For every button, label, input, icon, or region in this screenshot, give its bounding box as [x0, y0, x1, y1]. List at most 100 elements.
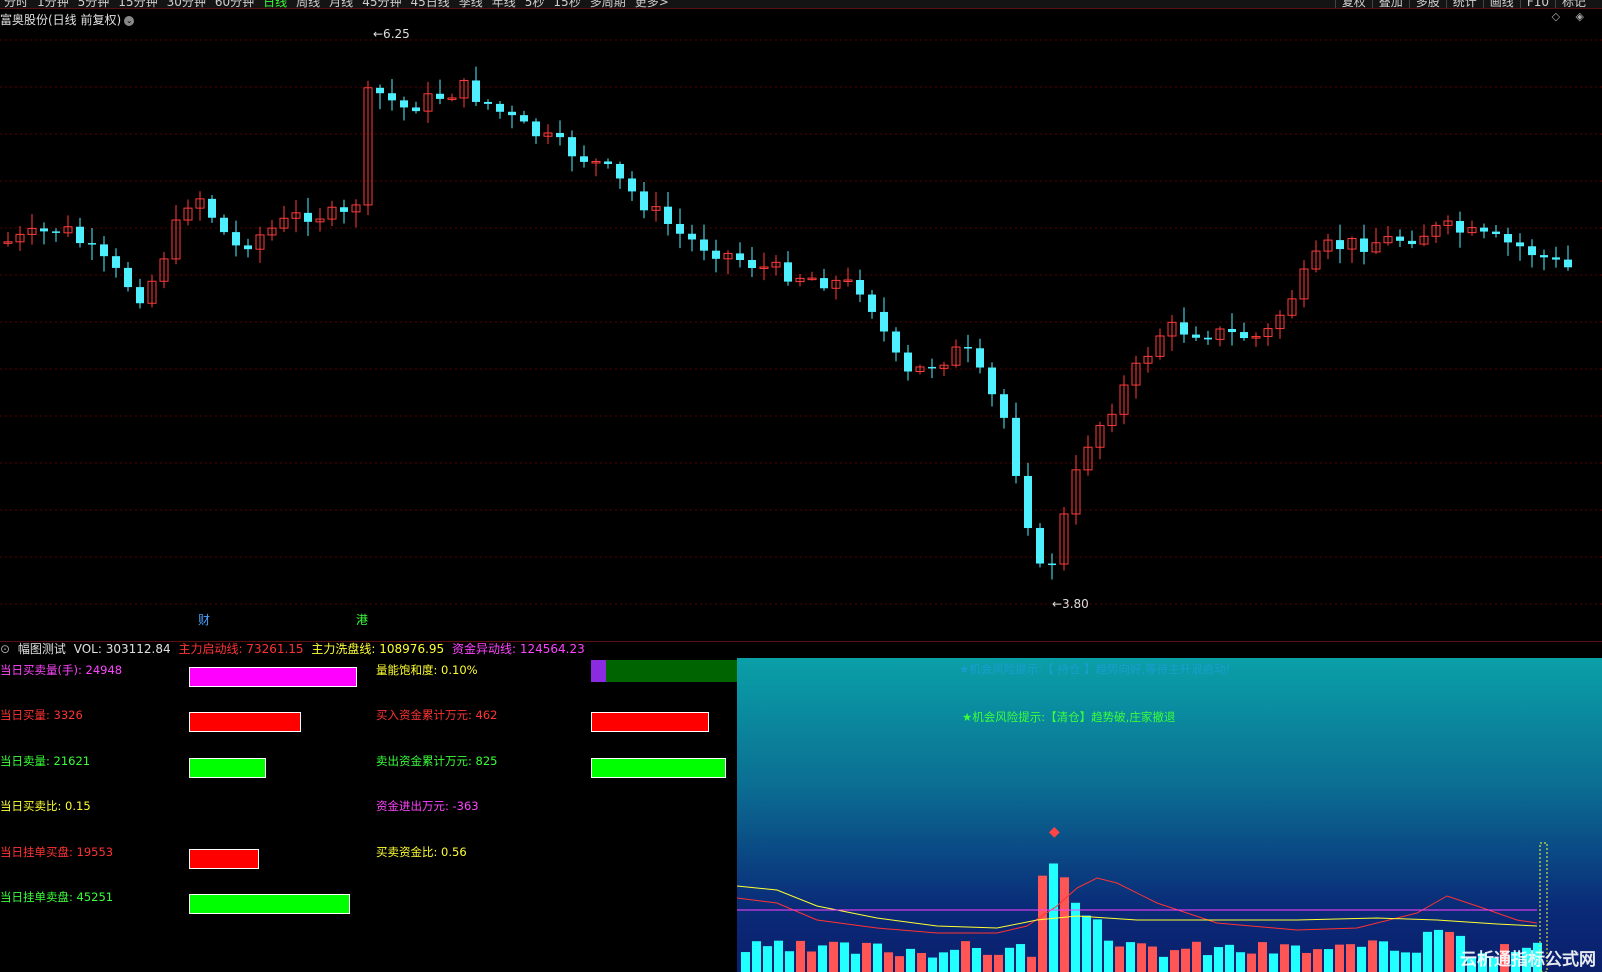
volume-bar — [917, 952, 926, 972]
volume-bar — [1302, 952, 1311, 972]
stat-net-funds: 资金进出万元: -363 — [376, 799, 479, 813]
collapse-icon[interactable]: ⊙ — [0, 642, 10, 656]
candle-body — [868, 294, 876, 312]
menu-item-13[interactable]: 5秒 — [525, 0, 545, 8]
stat-fund-ratio: 买卖资金比: 0.56 — [376, 845, 467, 859]
bar-buy-volume — [189, 712, 301, 732]
high-price-label: ←6.25 — [373, 28, 410, 41]
candlestick-chart[interactable]: ←6.25 ←3.80 财 港 — [0, 28, 1602, 628]
volume-bar — [1434, 929, 1443, 972]
volume-bar — [1082, 915, 1091, 972]
toolbar-item-0[interactable]: 复权 — [1334, 0, 1372, 8]
low-price-label: ←3.80 — [1052, 597, 1089, 611]
volume-bar — [1214, 947, 1223, 972]
candle-body — [784, 262, 792, 282]
menu-item-16[interactable]: 更多> — [635, 0, 669, 8]
stat-ask-orders: 当日挂单卖盘: 45251 — [0, 890, 114, 904]
bar-sell-volume — [189, 758, 266, 778]
menu-item-15[interactable]: 多周期 — [590, 0, 626, 8]
menu-item-7[interactable]: 周线 — [296, 0, 320, 8]
candle-body — [820, 278, 828, 289]
candle-body — [220, 217, 228, 233]
candle-body — [988, 367, 996, 395]
menu-item-1[interactable]: 1分钟 — [37, 0, 69, 8]
corner-diamond-icons[interactable]: ◇ ◈ — [1552, 10, 1590, 23]
candle-body — [880, 311, 888, 332]
volume-subchart: ◆ — [737, 824, 1548, 972]
menu-item-8[interactable]: 月线 — [329, 0, 353, 8]
signal-diamond-icon: ◆ — [1049, 824, 1060, 840]
candle-body — [712, 250, 720, 259]
menu-item-5[interactable]: 60分钟 — [215, 0, 254, 8]
menu-item-14[interactable]: 15秒 — [553, 0, 580, 8]
menu-item-9[interactable]: 45分钟 — [362, 0, 401, 8]
signal-panel: ★机会风险提示:【 持仓 】趋势向好,等待主升浪启动! ★机会风险提示:【清仓】… — [737, 658, 1602, 972]
stat-buy-volume: 当日买量: 3326 — [0, 708, 83, 722]
candle-body — [1192, 334, 1200, 338]
candle-body — [892, 331, 900, 353]
indicator-name[interactable]: 幅图测试 — [18, 642, 66, 656]
candle-body — [676, 223, 684, 234]
candle-body — [100, 244, 108, 257]
volume-bar — [840, 942, 849, 972]
volume-bar — [818, 945, 827, 972]
volume-bar — [1313, 949, 1322, 972]
volume-bar — [961, 941, 970, 972]
menu-item-11[interactable]: 季线 — [459, 0, 483, 8]
volume-bar — [1390, 950, 1399, 972]
candle-body — [340, 207, 348, 212]
menu-item-6[interactable]: 日线 — [263, 0, 287, 8]
candle-body — [700, 239, 708, 251]
toolbar-right[interactable]: 复权 叠加 多股 统计 画线 F10 标记 — [1334, 0, 1592, 8]
candle-body — [556, 132, 564, 138]
candle-body — [112, 256, 120, 268]
menu-item-3[interactable]: 15分钟 — [118, 0, 157, 8]
toolbar-item-6[interactable]: 标记 — [1554, 0, 1592, 8]
candle-body — [1024, 475, 1032, 529]
volume-bar — [1324, 949, 1333, 972]
volume-bar — [939, 952, 948, 972]
toolbar-item-3[interactable]: 统计 — [1445, 0, 1483, 8]
volume-bar — [1401, 952, 1410, 972]
candle-body — [1396, 236, 1404, 241]
candle-body — [388, 93, 396, 101]
toolbar-item-5[interactable]: F10 — [1519, 0, 1555, 8]
menu-item-0[interactable]: 分时 — [4, 0, 28, 8]
menu-item-2[interactable]: 5分钟 — [78, 0, 110, 8]
volume-bar — [983, 954, 992, 972]
stat-bid-orders: 当日挂单买盘: 19553 — [0, 845, 114, 859]
volume-bar — [994, 954, 1003, 972]
volume-bar — [1192, 941, 1201, 972]
volume-bar — [1258, 942, 1267, 972]
volume-bar — [763, 946, 772, 972]
stat-buy-funds: 买入资金累计万元: 462 — [376, 708, 498, 722]
candle-body — [1048, 563, 1056, 566]
volume-bar — [851, 953, 860, 972]
menu-item-10[interactable]: 45日线 — [410, 0, 449, 8]
chevron-down-icon[interactable]: ⌄ — [124, 16, 135, 26]
candle-body — [136, 287, 144, 304]
volume-bar — [1280, 944, 1289, 972]
indicator-line2: 主力洗盘线: 108976.95 — [311, 642, 445, 656]
toolbar-item-1[interactable]: 叠加 — [1371, 0, 1409, 8]
volume-bar — [1236, 952, 1245, 972]
candle-body — [1180, 322, 1188, 335]
stats-panel: 当日买卖量(手): 24948 当日买量: 3326 当日卖量: 21621 当… — [0, 658, 737, 972]
candle-body — [52, 231, 60, 233]
menu-item-12[interactable]: 年线 — [492, 0, 516, 8]
candle-body — [1204, 337, 1212, 340]
candle-body — [304, 212, 312, 222]
menu-item-4[interactable]: 30分钟 — [167, 0, 206, 8]
volume-bar — [774, 940, 783, 972]
stat-saturation: 量能饱和度: 0.10% — [376, 663, 478, 677]
candle-body — [40, 228, 48, 232]
volume-bar — [895, 956, 904, 972]
candle-body — [664, 206, 672, 224]
toolbar-item-4[interactable]: 画线 — [1482, 0, 1520, 8]
candle-body — [520, 115, 528, 122]
volume-bar — [1170, 950, 1179, 972]
toolbar-item-2[interactable]: 多股 — [1408, 0, 1446, 8]
period-menu[interactable]: 分时 1分钟 5分钟 15分钟 30分钟 60分钟 日线 周线 月线 45分钟 45日线 季线 年线 5秒… — [4, 0, 678, 8]
candle-body — [1480, 227, 1488, 232]
bar-bid-orders — [189, 849, 259, 869]
